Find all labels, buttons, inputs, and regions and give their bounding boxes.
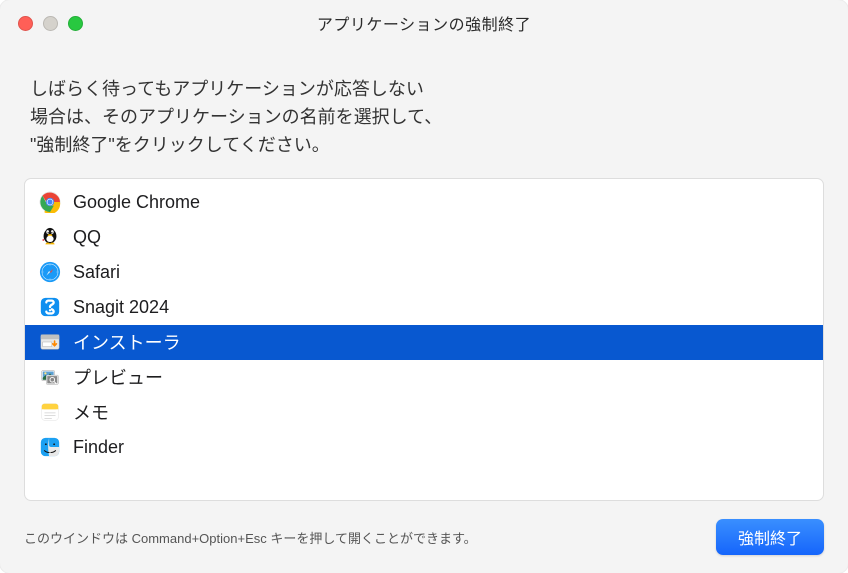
app-name-label: Safari: [73, 262, 120, 283]
force-quit-window: アプリケーションの強制終了 しばらく待ってもアプリケーションが応答しない 場合は…: [0, 0, 848, 573]
snagit-icon: [39, 296, 61, 318]
instructions-line1: しばらく待ってもアプリケーションが応答しない: [30, 79, 424, 99]
qq-icon: [39, 226, 61, 248]
chrome-icon: [39, 191, 61, 213]
app-name-label: QQ: [73, 227, 101, 248]
app-name-label: プレビュー: [73, 364, 163, 390]
close-window-button[interactable]: [18, 16, 33, 31]
instructions-line3: "強制終了"をクリックしてください。: [30, 135, 330, 155]
content-area: しばらく待ってもアプリケーションが応答しない 場合は、そのアプリケーションの名前…: [0, 46, 848, 573]
force-quit-button[interactable]: 強制終了: [716, 519, 824, 555]
instructions-text: しばらく待ってもアプリケーションが応答しない 場合は、そのアプリケーションの名前…: [24, 46, 824, 178]
zoom-window-button[interactable]: [68, 16, 83, 31]
list-item[interactable]: QQ: [25, 220, 823, 255]
app-name-label: Snagit 2024: [73, 297, 169, 318]
list-item[interactable]: Google Chrome: [25, 185, 823, 220]
list-item[interactable]: インストーラ: [25, 325, 823, 360]
footer: このウインドウは Command+Option+Esc キーを押して開くことがで…: [24, 501, 824, 555]
instructions-line2: 場合は、そのアプリケーションの名前を選択して、: [30, 107, 442, 127]
list-item[interactable]: プレビュー: [25, 360, 823, 395]
safari-icon: [39, 261, 61, 283]
finder-icon: [39, 436, 61, 458]
minimize-window-button[interactable]: [43, 16, 58, 31]
notes-icon: [39, 401, 61, 423]
list-item[interactable]: Snagit 2024: [25, 290, 823, 325]
shortcut-hint: このウインドウは Command+Option+Esc キーを押して開くことがで…: [24, 528, 477, 547]
list-item[interactable]: Safari: [25, 255, 823, 290]
app-name-label: メモ: [73, 399, 109, 425]
titlebar: アプリケーションの強制終了: [0, 0, 848, 46]
app-name-label: Google Chrome: [73, 192, 200, 213]
window-title: アプリケーションの強制終了: [0, 11, 848, 35]
app-name-label: Finder: [73, 437, 124, 458]
list-item[interactable]: メモ: [25, 395, 823, 430]
installer-icon: [39, 331, 61, 353]
app-name-label: インストーラ: [73, 329, 181, 355]
preview-icon: [39, 366, 61, 388]
traffic-lights: [18, 16, 83, 31]
list-item[interactable]: Finder: [25, 430, 823, 465]
application-list: Google Chrome QQ Safari Snagit 2024: [24, 178, 824, 501]
